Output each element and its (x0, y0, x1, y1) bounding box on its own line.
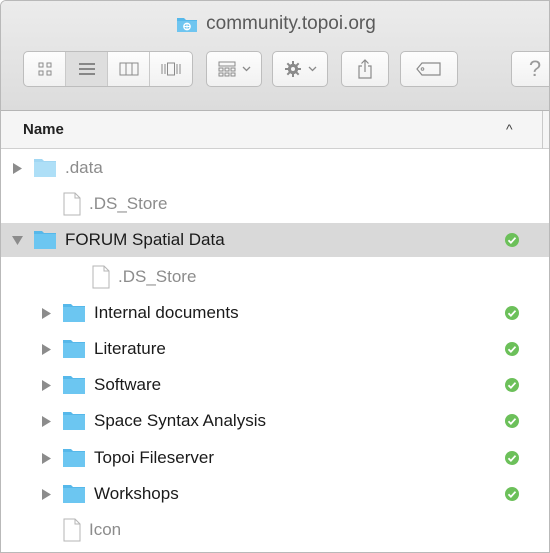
folder-icon (62, 337, 86, 359)
sort-indicator[interactable]: ^ (506, 121, 513, 137)
view-mode-control (23, 51, 193, 87)
folder-row[interactable]: Topoi Fileserver (1, 441, 549, 475)
cover-flow-icon (161, 62, 181, 76)
disclosure-triangle-expanded-icon[interactable] (11, 233, 23, 247)
chevron-down-icon (308, 66, 316, 72)
title-bar: community.topoi.org ? (1, 1, 549, 111)
folder-row[interactable]: Literature (1, 332, 549, 366)
folder-icon (62, 373, 86, 395)
synced-checkmark-icon (504, 305, 520, 321)
file-row[interactable]: Icon (1, 513, 549, 547)
synced-checkmark-icon (504, 450, 520, 466)
file-row[interactable]: .DS_Store (1, 260, 549, 294)
list-view-button[interactable] (66, 52, 108, 86)
synced-checkmark-icon (504, 341, 520, 357)
folder-row[interactable]: .data (1, 151, 549, 185)
window-title-text: community.topoi.org (206, 13, 376, 34)
column-divider[interactable] (542, 111, 543, 149)
tag-icon (416, 62, 441, 76)
window-title: community.topoi.org (1, 13, 549, 35)
chevron-down-icon (242, 66, 250, 72)
column-view-icon (119, 62, 138, 76)
share-icon (358, 59, 372, 79)
name-column-header[interactable]: Name (23, 121, 64, 138)
document-icon (92, 265, 116, 289)
document-icon (63, 518, 87, 542)
disclosure-triangle-collapsed-icon[interactable] (40, 487, 52, 501)
folder-icon (62, 446, 86, 468)
folder-icon (33, 228, 57, 250)
row-label: Space Syntax Analysis (94, 411, 266, 430)
folder-icon (62, 409, 86, 431)
icon-view-icon (38, 62, 51, 76)
folder-icon (33, 156, 57, 178)
disclosure-triangle-collapsed-icon[interactable] (40, 306, 52, 320)
synced-checkmark-icon (504, 232, 520, 248)
row-label: Workshops (94, 484, 179, 503)
icon-view-button[interactable] (24, 52, 66, 86)
document-icon (63, 192, 87, 216)
cover-flow-view-button[interactable] (150, 52, 192, 86)
folder-icon (62, 482, 86, 504)
folder-icon (62, 301, 86, 323)
finder-window: community.topoi.org ? Name ^ .data .DS_S… (0, 0, 550, 553)
column-view-button[interactable] (108, 52, 150, 86)
tags-button[interactable] (400, 51, 458, 87)
disclosure-triangle-collapsed-icon[interactable] (40, 342, 52, 356)
row-label: Topoi Fileserver (94, 448, 214, 467)
row-label: .DS_Store (118, 267, 197, 286)
synced-checkmark-icon (504, 413, 520, 429)
arrange-button[interactable] (206, 51, 262, 87)
disclosure-triangle-collapsed-icon[interactable] (40, 378, 52, 392)
synced-checkmark-icon (504, 377, 520, 393)
row-label: .data (65, 158, 103, 177)
row-label: Software (94, 375, 162, 394)
row-label: FORUM Spatial Data (65, 230, 225, 249)
action-button[interactable] (272, 51, 328, 87)
disclosure-triangle-collapsed-icon[interactable] (11, 161, 23, 175)
help-button-label: ? (528, 56, 542, 81)
list-column-header: Name ^ (1, 111, 549, 149)
gear-icon (284, 61, 301, 77)
help-button[interactable]: ? (511, 51, 549, 87)
list-view-icon (78, 63, 95, 75)
network-volume-icon (177, 18, 198, 32)
share-button[interactable] (341, 51, 389, 87)
row-label: Internal documents (94, 303, 239, 322)
row-label: .DS_Store (89, 194, 168, 213)
row-label: Literature (94, 339, 166, 358)
row-label: Icon (89, 520, 122, 539)
folder-row[interactable]: Workshops (1, 477, 549, 511)
folder-row[interactable]: Space Syntax Analysis (1, 404, 549, 438)
folder-row[interactable]: Software (1, 368, 549, 402)
arrange-grid-icon (218, 61, 235, 77)
folder-row[interactable]: FORUM Spatial Data (1, 223, 549, 257)
disclosure-triangle-collapsed-icon[interactable] (40, 451, 52, 465)
synced-checkmark-icon (504, 486, 520, 502)
file-row[interactable]: .DS_Store (1, 187, 549, 221)
folder-row[interactable]: Internal documents (1, 296, 549, 330)
disclosure-triangle-collapsed-icon[interactable] (40, 414, 52, 428)
